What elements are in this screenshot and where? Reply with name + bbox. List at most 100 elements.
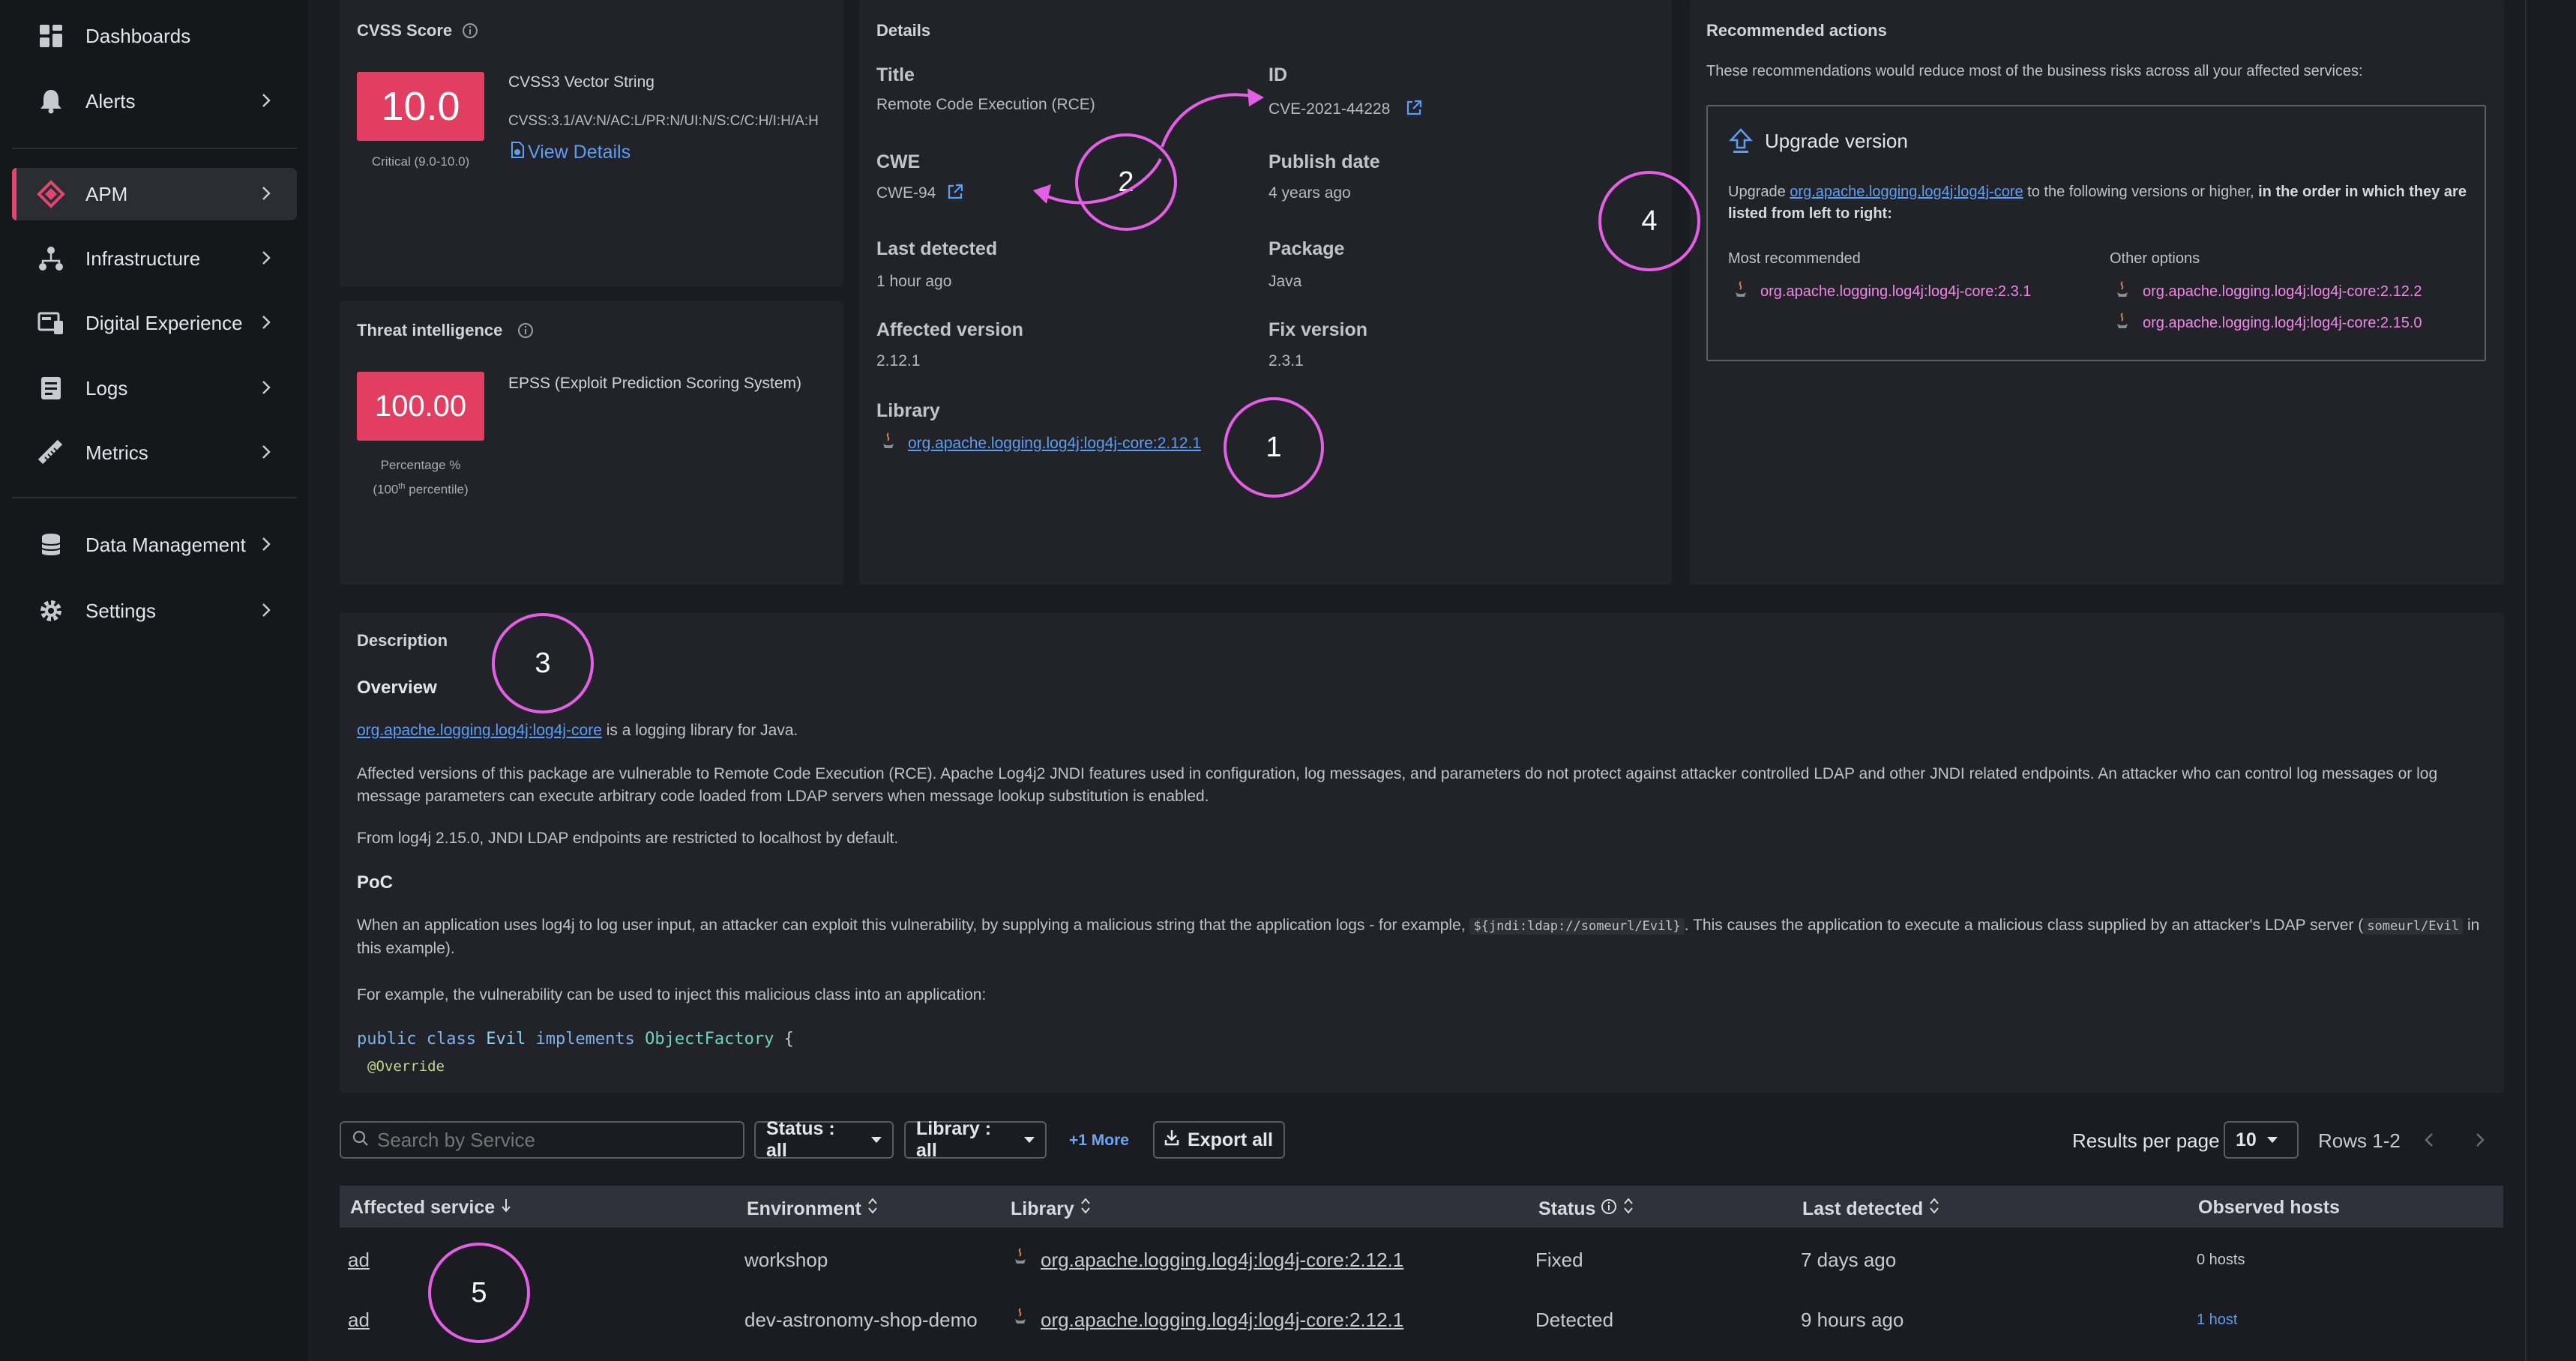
affected-version-label: Affected version [876, 319, 1023, 340]
chevron-right-icon [261, 443, 271, 466]
column-header-environment[interactable]: Environment [747, 1197, 879, 1220]
previous-page-icon[interactable] [2423, 1131, 2435, 1153]
annotation-marker: 1 [1224, 397, 1324, 498]
description-paragraph: From log4j 2.15.0, JNDI LDAP endpoints a… [357, 830, 899, 847]
upgrade-title: Upgrade version [1765, 130, 1908, 152]
overview-heading: Overview [357, 678, 437, 698]
annotation-marker: 5 [428, 1243, 530, 1343]
cvss-title: CVSS Score [357, 21, 453, 40]
nav-label: Dashboards [85, 24, 191, 47]
search-input[interactable] [376, 1127, 723, 1153]
dashboards-icon [36, 21, 66, 51]
status-filter-dropdown[interactable]: Status : all [754, 1118, 894, 1161]
nav-label: Alerts [85, 89, 136, 112]
status-cell: Fixed [1535, 1249, 1583, 1271]
nav-digital-experience[interactable]: Digital Experience [12, 297, 297, 349]
chevron-right-icon [261, 249, 271, 272]
column-header-status[interactable]: Status [1538, 1197, 1634, 1220]
chevron-right-icon [261, 184, 271, 208]
other-options-label: Other options [2110, 250, 2200, 267]
nav-dashboards[interactable]: Dashboards [12, 10, 297, 62]
library-label: Library [876, 400, 940, 421]
info-icon[interactable] [517, 322, 534, 342]
hosts-link[interactable]: 1 host [2197, 1312, 2237, 1329]
library-link[interactable]: org.apache.logging.log4j:log4j-core:2.12… [1041, 1309, 1403, 1332]
metrics-icon [36, 438, 66, 468]
details-title: Details [876, 21, 931, 40]
most-recommended-version[interactable]: org.apache.logging.log4j:log4j-core:2.3.… [1760, 283, 2031, 301]
nav-label: Digital Experience [85, 311, 243, 334]
nav-settings[interactable]: Settings [12, 585, 297, 637]
nav-data-management[interactable]: Data Management [12, 519, 297, 571]
nav-logs[interactable]: Logs [12, 362, 297, 414]
other-option-version[interactable]: org.apache.logging.log4j:log4j-core:2.15… [2143, 315, 2422, 332]
digital-experience-icon [36, 308, 66, 338]
info-icon[interactable] [462, 22, 478, 43]
last-detected-cell: 7 days ago [1801, 1249, 1897, 1271]
description-title: Description [357, 631, 448, 650]
upgrade-text: Upgrade org.apache.logging.log4j:log4j-c… [1728, 184, 2467, 222]
java-icon [1014, 1307, 1027, 1329]
library-link[interactable]: org.apache.logging.log4j:log4j-core:2.12… [908, 435, 1201, 453]
package-link[interactable]: org.apache.logging.log4j:log4j-core [357, 722, 602, 739]
nav-label: Infrastructure [85, 247, 201, 270]
chevron-right-icon [261, 535, 271, 558]
export-all-button[interactable]: Export all [1153, 1121, 1285, 1159]
package-value: Java [1269, 273, 1302, 290]
sidebar-divider [12, 148, 297, 149]
scroll-edge [2525, 0, 2527, 1361]
java-icon [882, 432, 895, 453]
fix-version-label: Fix version [1269, 319, 1367, 340]
package-label: Package [1269, 238, 1345, 259]
java-icon [1014, 1247, 1027, 1269]
percentile-label: Percentage % (100th percentile) [373, 458, 469, 497]
java-icon [1734, 280, 1748, 302]
caret-down-icon [1024, 1137, 1035, 1143]
library-link[interactable]: org.apache.logging.log4j:log4j-core:2.12… [1041, 1249, 1403, 1272]
service-link[interactable]: ad [348, 1309, 370, 1332]
info-icon [1601, 1199, 1617, 1214]
nav-apm[interactable]: APM [12, 168, 297, 220]
upgrade-package-link[interactable]: org.apache.logging.log4j:log4j-core [1790, 184, 2023, 200]
view-details-link[interactable]: View Details [510, 141, 631, 164]
nav-alerts[interactable]: Alerts [12, 75, 297, 127]
gear-icon [36, 596, 66, 626]
severity-label: Critical (9.0-10.0) [371, 154, 470, 169]
more-filters-button[interactable]: +1 More [1069, 1132, 1129, 1150]
nav-label: Settings [85, 599, 156, 622]
description-panel [340, 613, 2504, 1093]
nav-metrics[interactable]: Metrics [12, 426, 297, 479]
service-link[interactable]: ad [348, 1249, 370, 1272]
view-details-label: View Details [528, 142, 631, 163]
column-header-last-detected[interactable]: Last detected [1802, 1197, 1940, 1220]
sidebar-divider [12, 497, 297, 498]
sort-icon [1080, 1198, 1090, 1214]
database-icon [36, 530, 66, 560]
external-link-icon[interactable] [1405, 99, 1423, 121]
library-filter-dropdown[interactable]: Library : all [904, 1118, 1047, 1161]
publish-label: Publish date [1269, 151, 1380, 172]
column-header-library[interactable]: Library [1011, 1197, 1092, 1220]
poc-heading: PoC [357, 872, 393, 893]
epss-score-badge: 100.00 [357, 372, 484, 441]
search-box[interactable] [340, 1121, 744, 1159]
java-icon [2116, 312, 2129, 334]
publish-value: 4 years ago [1269, 184, 1351, 202]
annotation-marker: 3 [492, 613, 594, 713]
column-header-affected-service[interactable]: Affected service [350, 1197, 512, 1219]
upgrade-arrow-icon [1729, 127, 1753, 158]
last-detected-label: Last detected [876, 238, 998, 259]
next-page-icon[interactable] [2474, 1131, 2486, 1153]
chevron-right-icon [261, 91, 271, 115]
download-icon [1164, 1129, 1180, 1152]
description-paragraph: For example, the vulnerability can be us… [357, 986, 987, 1004]
results-per-page-select[interactable]: 10 [2224, 1121, 2299, 1159]
description-paragraph: When an application uses log4j to log us… [357, 917, 2480, 957]
recommended-title: Recommended actions [1706, 21, 1887, 40]
threat-title: Threat intelligence [357, 321, 503, 340]
cwe-value: CWE-94 [876, 184, 936, 202]
vector-string: CVSS:3.1/AV:N/AC:L/PR:N/UI:N/S:C/C:H/I:H… [508, 113, 819, 129]
nav-infrastructure[interactable]: Infrastructure [12, 232, 297, 285]
other-option-version[interactable]: org.apache.logging.log4j:log4j-core:2.12… [2143, 283, 2422, 301]
cwe-label: CWE [876, 151, 921, 172]
